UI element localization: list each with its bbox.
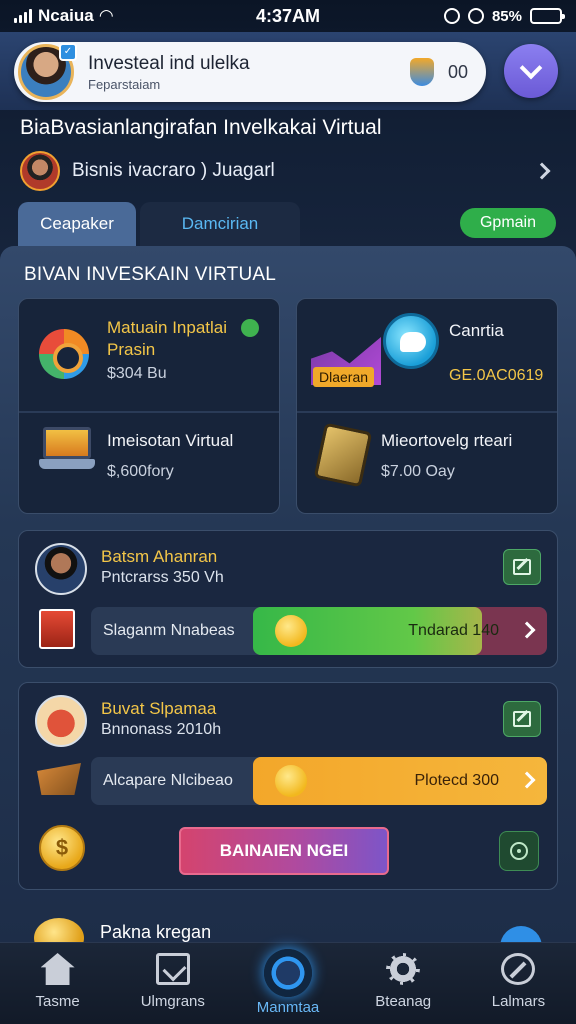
item-value: $304 Bu	[107, 365, 167, 382]
item-name: Canrtia	[449, 321, 504, 340]
progress-label: Alcapare Nlcibeao	[103, 772, 233, 789]
main-panel: BIVAN INVESKAIN VIRTUAL Matuain Inpatlai…	[0, 246, 576, 968]
profile-row[interactable]: Bisnis ivacraro ) Juagarl	[0, 148, 576, 194]
chevron-right-icon	[518, 621, 536, 639]
row-subtitle: Bnnonass 2010h	[101, 721, 222, 738]
bottom-nav: Tasme Ulmgrans Manmtaa Bteanag Lalmars	[0, 942, 576, 1024]
progress-value: Tndarad 140	[408, 622, 499, 639]
nav-item-lalmars[interactable]: Lalmars	[461, 943, 576, 1024]
alarm-icon	[443, 8, 460, 24]
verified-badge-icon: ✓	[59, 43, 77, 61]
row-title: Buvat Slpamaa	[101, 699, 217, 718]
progress-bar[interactable]: Alcapare Nlcibeao Plotecd 300	[91, 757, 547, 805]
page-title: BiaBvasianlangirafan Invelkakai Virtual	[20, 116, 382, 139]
search-bar[interactable]: ✓ Investeal ind ulelka Feparstaiam 00	[14, 42, 486, 102]
row-avatar	[35, 695, 87, 747]
trailing-label: 00	[447, 61, 468, 82]
nav-item-ulmgrans[interactable]: Ulmgrans	[115, 943, 230, 1024]
progress-bar[interactable]: Slaganm Nnabeas Tndarad 140	[91, 607, 547, 655]
status-right: 85%	[392, 7, 565, 25]
coin-icon	[275, 615, 307, 647]
nav-label: Manmtaa	[256, 999, 320, 1016]
settings-icon	[386, 953, 421, 985]
book-icon	[39, 609, 75, 649]
tab-bar: Ceapaker Damcirian Gpmain	[18, 202, 558, 246]
item-name: Mieortovelg rteari	[381, 431, 513, 450]
search-subtitle: Feparstaiam	[88, 76, 161, 92]
carrier-label: Ncaiua	[38, 6, 94, 25]
battery-icon	[530, 8, 565, 24]
tab-gpmain[interactable]: Gpmain	[460, 208, 556, 238]
check-icon	[241, 319, 259, 337]
investment-card-left[interactable]: Matuain Inpatlai Prasin $304 Bu Imeisota…	[18, 298, 280, 514]
wallet-icon	[313, 422, 373, 488]
nav-label: Tasme	[35, 993, 80, 1010]
search-title: Investeal ind ulelka	[88, 52, 250, 74]
edit-icon	[513, 559, 531, 575]
top-header: ✓ Investeal ind ulelka Feparstaiam 00	[0, 32, 576, 110]
home-icon	[40, 953, 75, 985]
action-button[interactable]: BAINAIEN NGEI	[179, 827, 389, 875]
status-bar: Ncaiua ◠ 4:37AM 85%	[0, 0, 576, 32]
wifi-icon: ◠	[99, 6, 113, 25]
dropdown-button[interactable]	[504, 44, 558, 98]
divider	[19, 411, 279, 413]
chevron-down-icon	[519, 56, 543, 80]
partial-label: Pakna kregan	[100, 922, 212, 942]
chevron-right-icon	[533, 162, 551, 180]
profile-name: Bisnis ivacraro ) Juagarl	[72, 160, 275, 181]
nav-item-bteanag[interactable]: Bteanag	[346, 943, 461, 1024]
edit-button[interactable]	[503, 701, 541, 737]
target-icon	[510, 842, 528, 860]
location-icon	[467, 8, 484, 24]
progress-track: Plotecd 300	[253, 757, 547, 805]
nav-item-tasme[interactable]: Tasme	[0, 943, 115, 1024]
avatar[interactable]: ✓	[18, 43, 77, 100]
dollar-coin-icon: $	[39, 825, 85, 871]
nav-item-manmtaa[interactable]: Manmtaa	[230, 943, 345, 1024]
progress-track: Tndarad 140	[253, 607, 547, 655]
item-value: $,600fory	[107, 463, 174, 480]
section-title: BIVAN INVESKAIN VIRTUAL	[24, 264, 277, 285]
chart-tag: Dlaeran	[313, 367, 375, 387]
tab-ceapaker[interactable]: Ceapaker	[18, 202, 136, 246]
item-name: Imeisotan Virtual	[107, 431, 234, 450]
explore-icon	[264, 949, 312, 997]
laptop-icon	[39, 427, 95, 473]
edit-button[interactable]	[503, 549, 541, 585]
row-avatar	[35, 543, 87, 595]
progress-label: Slaganm Nnabeas	[103, 622, 235, 639]
compass-icon	[501, 953, 536, 985]
profile-avatar	[20, 151, 60, 191]
nav-label: Ulmgrans	[140, 993, 205, 1010]
investment-card-right[interactable]: Dlaeran Canrtia GE.0AC0619 Mieortovelg r…	[296, 298, 558, 514]
coin-icon	[275, 765, 307, 797]
item-value: GE.0AC0619	[449, 367, 544, 384]
cart-icon	[37, 763, 81, 795]
inventory-icon	[155, 953, 190, 985]
edit-icon	[513, 711, 531, 727]
clock: 4:37AM	[255, 5, 321, 26]
item-value: $7.00 Oay	[381, 463, 455, 480]
row-title: Batsm Ahanran	[101, 547, 218, 566]
search-texts: Investeal ind ulelka Feparstaiam	[88, 53, 410, 92]
nav-label: Bteanag	[375, 993, 432, 1010]
chat-bubble-icon	[383, 313, 439, 369]
investment-row[interactable]: Batsm Ahanran Pntcrarss 350 Vh Slaganm N…	[18, 530, 558, 668]
target-chart-icon	[39, 329, 89, 379]
row-subtitle: Pntcrarss 350 Vh	[101, 569, 224, 586]
status-left: Ncaiua ◠	[14, 6, 184, 26]
battery-percent: 85%	[491, 7, 522, 25]
investment-row[interactable]: Buvat Slpamaa Bnnonass 2010h Alcapare Nl…	[18, 682, 558, 890]
nav-label: Lalmars	[491, 993, 546, 1010]
signal-icon	[14, 9, 32, 23]
target-button[interactable]	[499, 831, 539, 871]
divider	[297, 411, 557, 413]
shield-icon[interactable]	[409, 58, 434, 86]
progress-value: Plotecd 300	[414, 772, 499, 789]
tab-damcirian[interactable]: Damcirian	[140, 202, 300, 246]
item-name: Matuain Inpatlai Prasin	[107, 318, 228, 359]
